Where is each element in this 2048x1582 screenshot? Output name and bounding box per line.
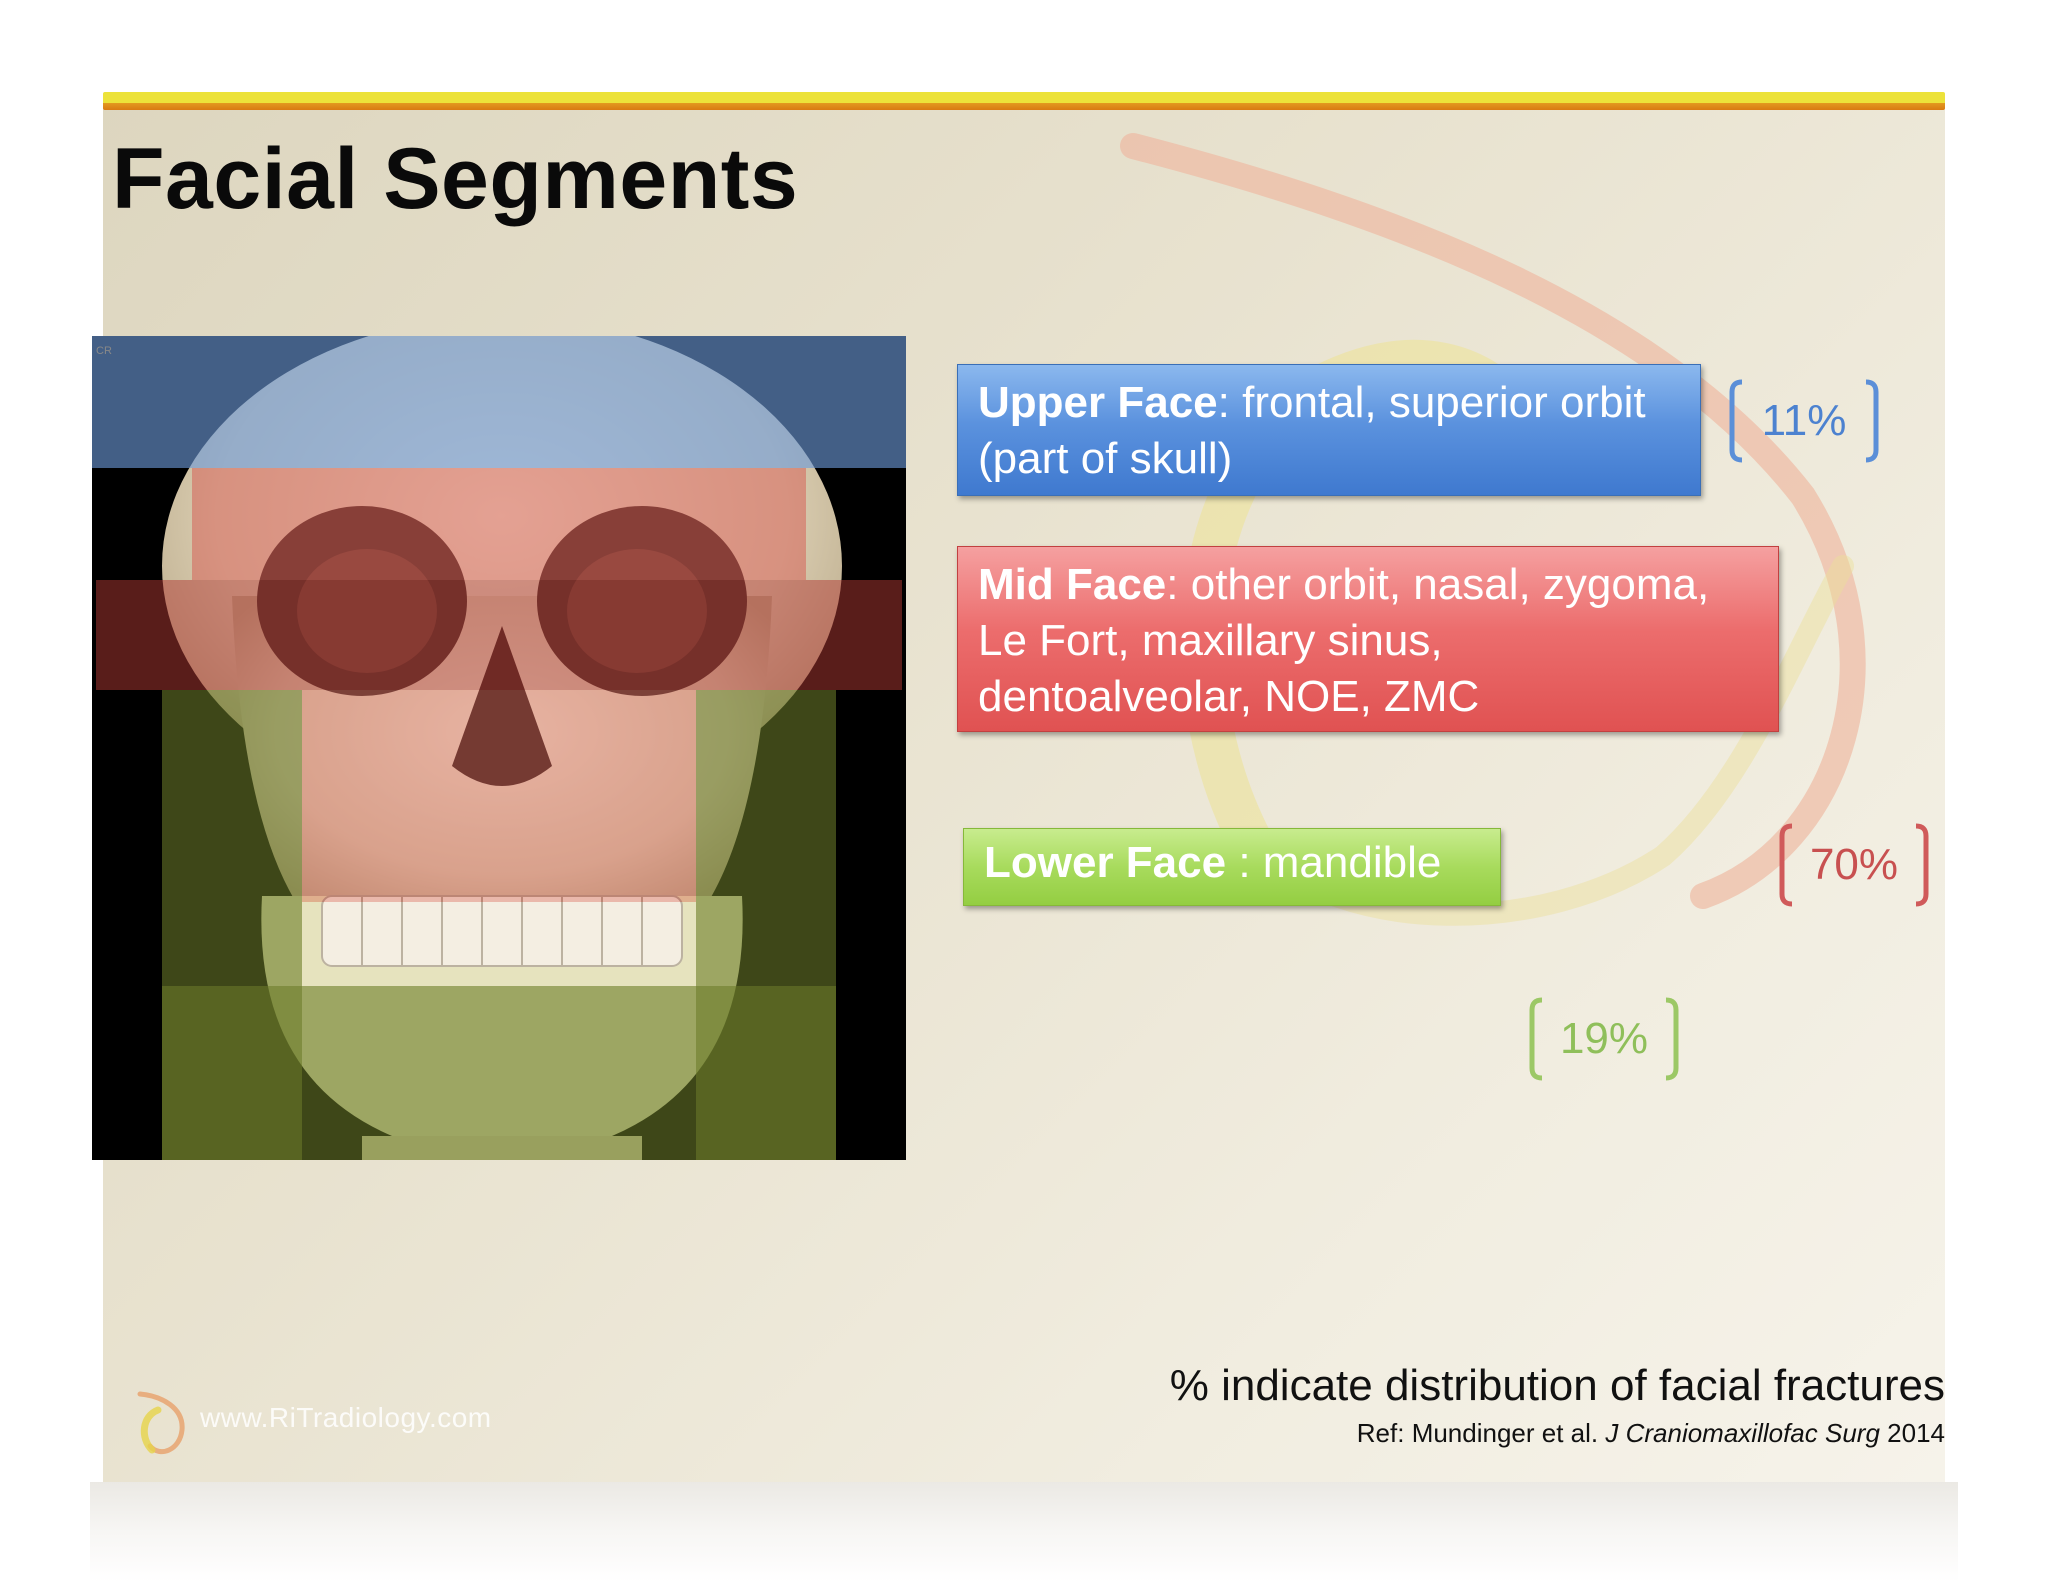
mid-face-label: Mid Face: other orbit, nasal, zygoma, Le… bbox=[957, 546, 1779, 732]
footnote-reference: Ref: Mundinger et al. J Craniomaxillofac… bbox=[1170, 1416, 1945, 1450]
ref-year: 2014 bbox=[1879, 1418, 1945, 1448]
mid-face-title: Mid Face bbox=[978, 560, 1167, 609]
lower-face-percent-value: 19% bbox=[1559, 1014, 1649, 1063]
mid-face-desc-line2: Le Fort, maxillary sinus, bbox=[978, 616, 1443, 665]
footnote: % indicate distribution of facial fractu… bbox=[1170, 1360, 1945, 1450]
header-accent-bar bbox=[103, 92, 1945, 110]
slide-title: Facial Segments bbox=[112, 131, 799, 227]
ref-prefix: Ref: Mundinger et al. bbox=[1356, 1418, 1606, 1448]
ritradiology-logo-icon bbox=[137, 1391, 185, 1454]
svg-text:CR: CR bbox=[96, 345, 112, 357]
skull-ct-image: CR bbox=[92, 336, 906, 1160]
upper-face-percent-value: 11% bbox=[1761, 396, 1847, 445]
upper-face-title: Upper Face bbox=[978, 378, 1218, 427]
mid-face-percent-value: 70% bbox=[1809, 840, 1899, 889]
mid-face-desc-line3: dentoalveolar, NOE, ZMC bbox=[978, 672, 1480, 721]
lower-face-title: Lower Face bbox=[984, 838, 1239, 887]
ref-journal: J Craniomaxillofac Surg bbox=[1605, 1418, 1880, 1448]
lower-face-label: Lower Face : mandible bbox=[963, 828, 1501, 906]
upper-face-desc-line2: (part of skull) bbox=[978, 434, 1233, 483]
mid-face-desc: : other orbit, nasal, zygoma, bbox=[1166, 560, 1710, 609]
lower-face-desc: : mandible bbox=[1238, 838, 1442, 887]
page-bottom-shadow bbox=[90, 1482, 1958, 1582]
upper-face-label: Upper Face: frontal, superior orbit (par… bbox=[957, 364, 1701, 496]
upper-face-desc: : frontal, superior orbit bbox=[1217, 378, 1646, 427]
upper-face-percent: 11% bbox=[1728, 378, 1880, 464]
watermark-url: www.RiTradiology.com bbox=[200, 1402, 492, 1433]
footnote-main: % indicate distribution of facial fractu… bbox=[1169, 1361, 1945, 1410]
lower-face-percent: 19% bbox=[1528, 996, 1680, 1082]
mid-face-percent: 70% bbox=[1778, 822, 1930, 908]
